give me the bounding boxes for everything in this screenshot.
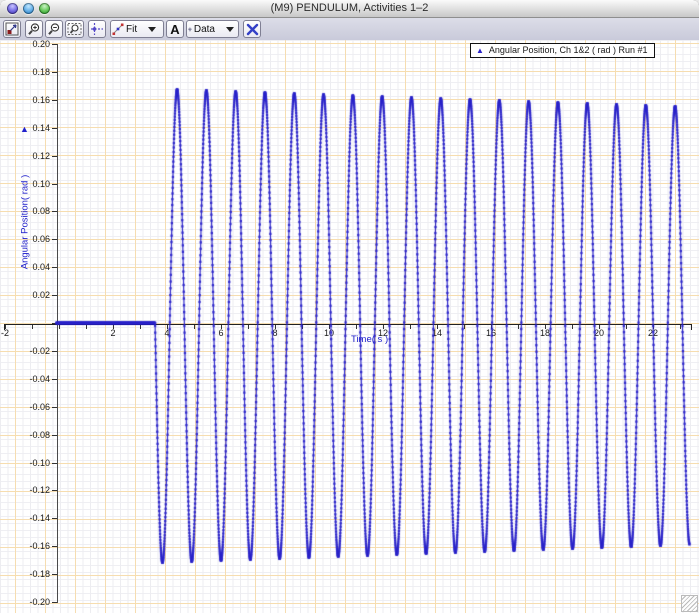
x-tick-label: 20 — [593, 328, 604, 338]
y-tick-label: -0.18 — [29, 569, 50, 580]
y-tick-label: -0.16 — [29, 541, 50, 552]
y-tick — [52, 350, 57, 352]
chevron-down-icon — [226, 26, 234, 32]
zoom-out-icon — [48, 23, 60, 35]
y-tick — [52, 267, 57, 269]
x-tick — [59, 325, 60, 329]
x-tick-label: 10 — [323, 328, 334, 338]
y-tick-label: 0.02 — [32, 290, 50, 301]
y-tick — [52, 378, 57, 380]
y-axis-marker-icon: ▲ — [20, 124, 29, 134]
fit-icon — [112, 23, 124, 35]
x-tick — [32, 325, 33, 329]
x-tick-label: 8 — [272, 328, 278, 338]
x-tick — [86, 325, 87, 329]
x-tick — [410, 325, 411, 329]
y-tick — [52, 99, 57, 101]
fit-dropdown[interactable]: Fit — [110, 20, 164, 38]
y-tick-label: -0.14 — [29, 513, 50, 524]
x-axis-line — [4, 324, 692, 325]
y-tick — [52, 574, 57, 576]
zoom-in-icon — [28, 23, 40, 35]
data-dropdown[interactable]: Data — [186, 20, 239, 38]
chevron-down-icon — [148, 26, 157, 32]
x-tick — [518, 325, 519, 329]
scale-to-fit-button[interactable] — [3, 20, 21, 38]
zoom-in-button[interactable] — [25, 20, 43, 38]
window-title: (M9) PENDULUM, Activities 1–2 — [270, 2, 429, 14]
y-tick — [52, 71, 57, 73]
y-tick-label: -0.20 — [29, 597, 50, 607]
x-tick — [680, 325, 681, 329]
x-tick-label: 16 — [485, 328, 496, 338]
legend-marker-icon: ▲ — [476, 46, 484, 55]
window-titlebar[interactable]: (M9) PENDULUM, Activities 1–2 — [0, 0, 699, 18]
data-dropdown-label: Data — [193, 23, 215, 35]
x-axis-right-endcap — [691, 324, 692, 330]
delete-x-icon — [246, 23, 258, 35]
x-tick-label: 14 — [431, 328, 442, 338]
legend-label: Angular Position, Ch 1&2 ( rad ) Run #1 — [488, 45, 648, 55]
y-tick — [52, 211, 57, 213]
scale-to-fit-icon — [5, 22, 19, 36]
x-tick — [248, 325, 249, 329]
y-tick-label: -0.04 — [29, 373, 50, 384]
y-tick — [52, 462, 57, 464]
y-tick — [52, 239, 57, 241]
x-tick-label: 18 — [539, 328, 550, 338]
y-tick — [52, 323, 57, 324]
x-tick — [626, 325, 627, 329]
x-tick — [356, 325, 357, 329]
y-tick-label: 0.16 — [32, 94, 50, 105]
y-tick-label: -0.10 — [29, 457, 50, 468]
zoom-select-button[interactable] — [65, 20, 84, 38]
y-tick-label: -0.06 — [29, 401, 50, 412]
data-icon — [188, 26, 192, 32]
x-tick — [302, 325, 303, 329]
y-tick-label: -0.12 — [29, 485, 50, 496]
y-tick — [52, 490, 57, 492]
x-axis-title: Time( s ) — [351, 334, 389, 345]
y-tick — [52, 155, 57, 157]
delete-button[interactable] — [243, 20, 261, 38]
trace-canvas — [0, 40, 699, 613]
zoom-out-button[interactable] — [45, 20, 63, 38]
y-axis-line — [57, 44, 58, 603]
text-tool-label: A — [170, 21, 180, 37]
text-tool-button[interactable]: A — [166, 20, 184, 38]
y-tick — [52, 406, 57, 408]
y-tick-label: 0.12 — [32, 150, 50, 161]
x-tick-label: 6 — [218, 328, 224, 338]
y-tick — [52, 183, 57, 185]
y-tick — [52, 602, 57, 603]
graph-area[interactable]: -2 2 4 6 8 10 12 14 16 18 20 22 -0.20 -0.18 -0.16 -0.14… — [0, 40, 699, 613]
y-tick — [52, 44, 57, 45]
y-tick — [52, 546, 57, 548]
x-tick-label: 4 — [164, 328, 170, 338]
x-tick — [140, 325, 141, 329]
legend[interactable]: ▲ Angular Position, Ch 1&2 ( rad ) Run #… — [470, 43, 655, 58]
y-tick — [52, 127, 57, 129]
x-tick — [194, 325, 195, 329]
smart-tool-icon — [91, 23, 103, 35]
x-tick — [572, 325, 573, 329]
x-tick-label: -2 — [0, 328, 9, 338]
x-tick-label: 2 — [110, 328, 116, 338]
smart-tool-button[interactable] — [88, 20, 106, 38]
fit-dropdown-label: Fit — [126, 23, 138, 35]
y-tick — [52, 434, 57, 436]
y-tick-label: 0.20 — [32, 40, 50, 49]
zoom-select-icon — [67, 23, 82, 35]
resize-grip[interactable] — [681, 595, 698, 612]
y-tick-label: -0.02 — [29, 345, 50, 356]
y-tick — [52, 518, 57, 520]
y-tick-label: 0.18 — [32, 66, 50, 77]
y-tick — [52, 295, 57, 297]
y-axis-title: Angular Position( rad ) — [19, 174, 31, 270]
x-tick — [464, 325, 465, 329]
y-tick-label: -0.08 — [29, 429, 50, 440]
x-tick-label: 22 — [647, 328, 658, 338]
toolbar: Fit A Data — [0, 18, 699, 41]
app-window: (M9) PENDULUM, Activities 1–2 Fit A Data… — [0, 0, 699, 613]
